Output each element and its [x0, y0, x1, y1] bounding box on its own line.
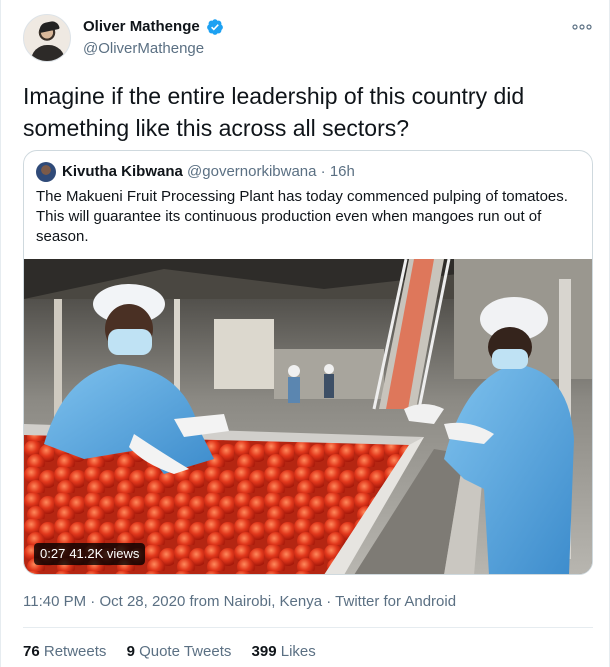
retweets-count: 76	[23, 643, 40, 660]
tweet-header: Oliver Mathenge @OliverMathenge	[23, 14, 593, 64]
quote-tweets-label: Quote Tweets	[139, 643, 232, 660]
video-player[interactable]: 0:27 41.2K views	[24, 259, 592, 574]
quote-tweets-stat[interactable]: 9 Quote Tweets	[127, 642, 232, 662]
author-name-block: Oliver Mathenge @OliverMathenge	[83, 17, 224, 59]
video-duration: 0:27	[40, 546, 66, 561]
tweet-meta: 11:40 PM · Oct 28, 2020 from Nairobi, Ke…	[23, 592, 456, 612]
likes-count: 399	[251, 643, 277, 660]
tweet-source[interactable]: Twitter for Android	[335, 593, 456, 610]
quote-tweets-count: 9	[126, 643, 135, 660]
quoted-author-name: Kivutha Kibwana	[62, 163, 183, 180]
likes-label: Likes	[280, 643, 316, 660]
video-frame-image	[24, 259, 592, 574]
tweet-location: from Nairobi, Kenya	[189, 593, 323, 610]
author-display-name[interactable]: Oliver Mathenge	[83, 17, 200, 37]
meta-separator: ·	[90, 593, 96, 610]
video-views: 41.2K views	[69, 546, 140, 561]
tweet-time[interactable]: 11:40 PM	[23, 593, 86, 610]
tweet-card: Oliver Mathenge @OliverMathenge Imagine …	[0, 0, 610, 667]
author-handle[interactable]: @OliverMathenge	[83, 39, 224, 59]
meta-separator: ·	[326, 593, 332, 610]
likes-stat[interactable]: 399 Likes	[252, 642, 316, 662]
divider	[23, 627, 593, 628]
video-info-badge: 0:27 41.2K views	[34, 543, 146, 565]
quoted-separator: ·	[320, 163, 326, 180]
more-dots-icon[interactable]	[571, 20, 593, 34]
author-avatar[interactable]	[23, 14, 71, 62]
retweets-stat[interactable]: 76 Retweets	[23, 642, 106, 662]
retweets-label: Retweets	[43, 643, 107, 660]
tweet-stats: 76 Retweets 9 Quote Tweets 399 Likes	[23, 642, 332, 662]
quoted-author-handle: @governorkibwana	[187, 163, 317, 180]
quoted-tweet-text: The Makueni Fruit Processing Plant has t…	[36, 188, 568, 245]
tweet-date[interactable]: Oct 28, 2020	[99, 593, 185, 610]
tweet-text: Imagine if the entire leadership of this…	[23, 83, 525, 141]
quoted-tweet[interactable]: Kivutha Kibwana @governorkibwana · 16h T…	[23, 150, 593, 575]
quoted-author-avatar	[36, 162, 56, 182]
quoted-time: 16h	[329, 163, 355, 180]
verified-badge-icon	[207, 19, 224, 35]
